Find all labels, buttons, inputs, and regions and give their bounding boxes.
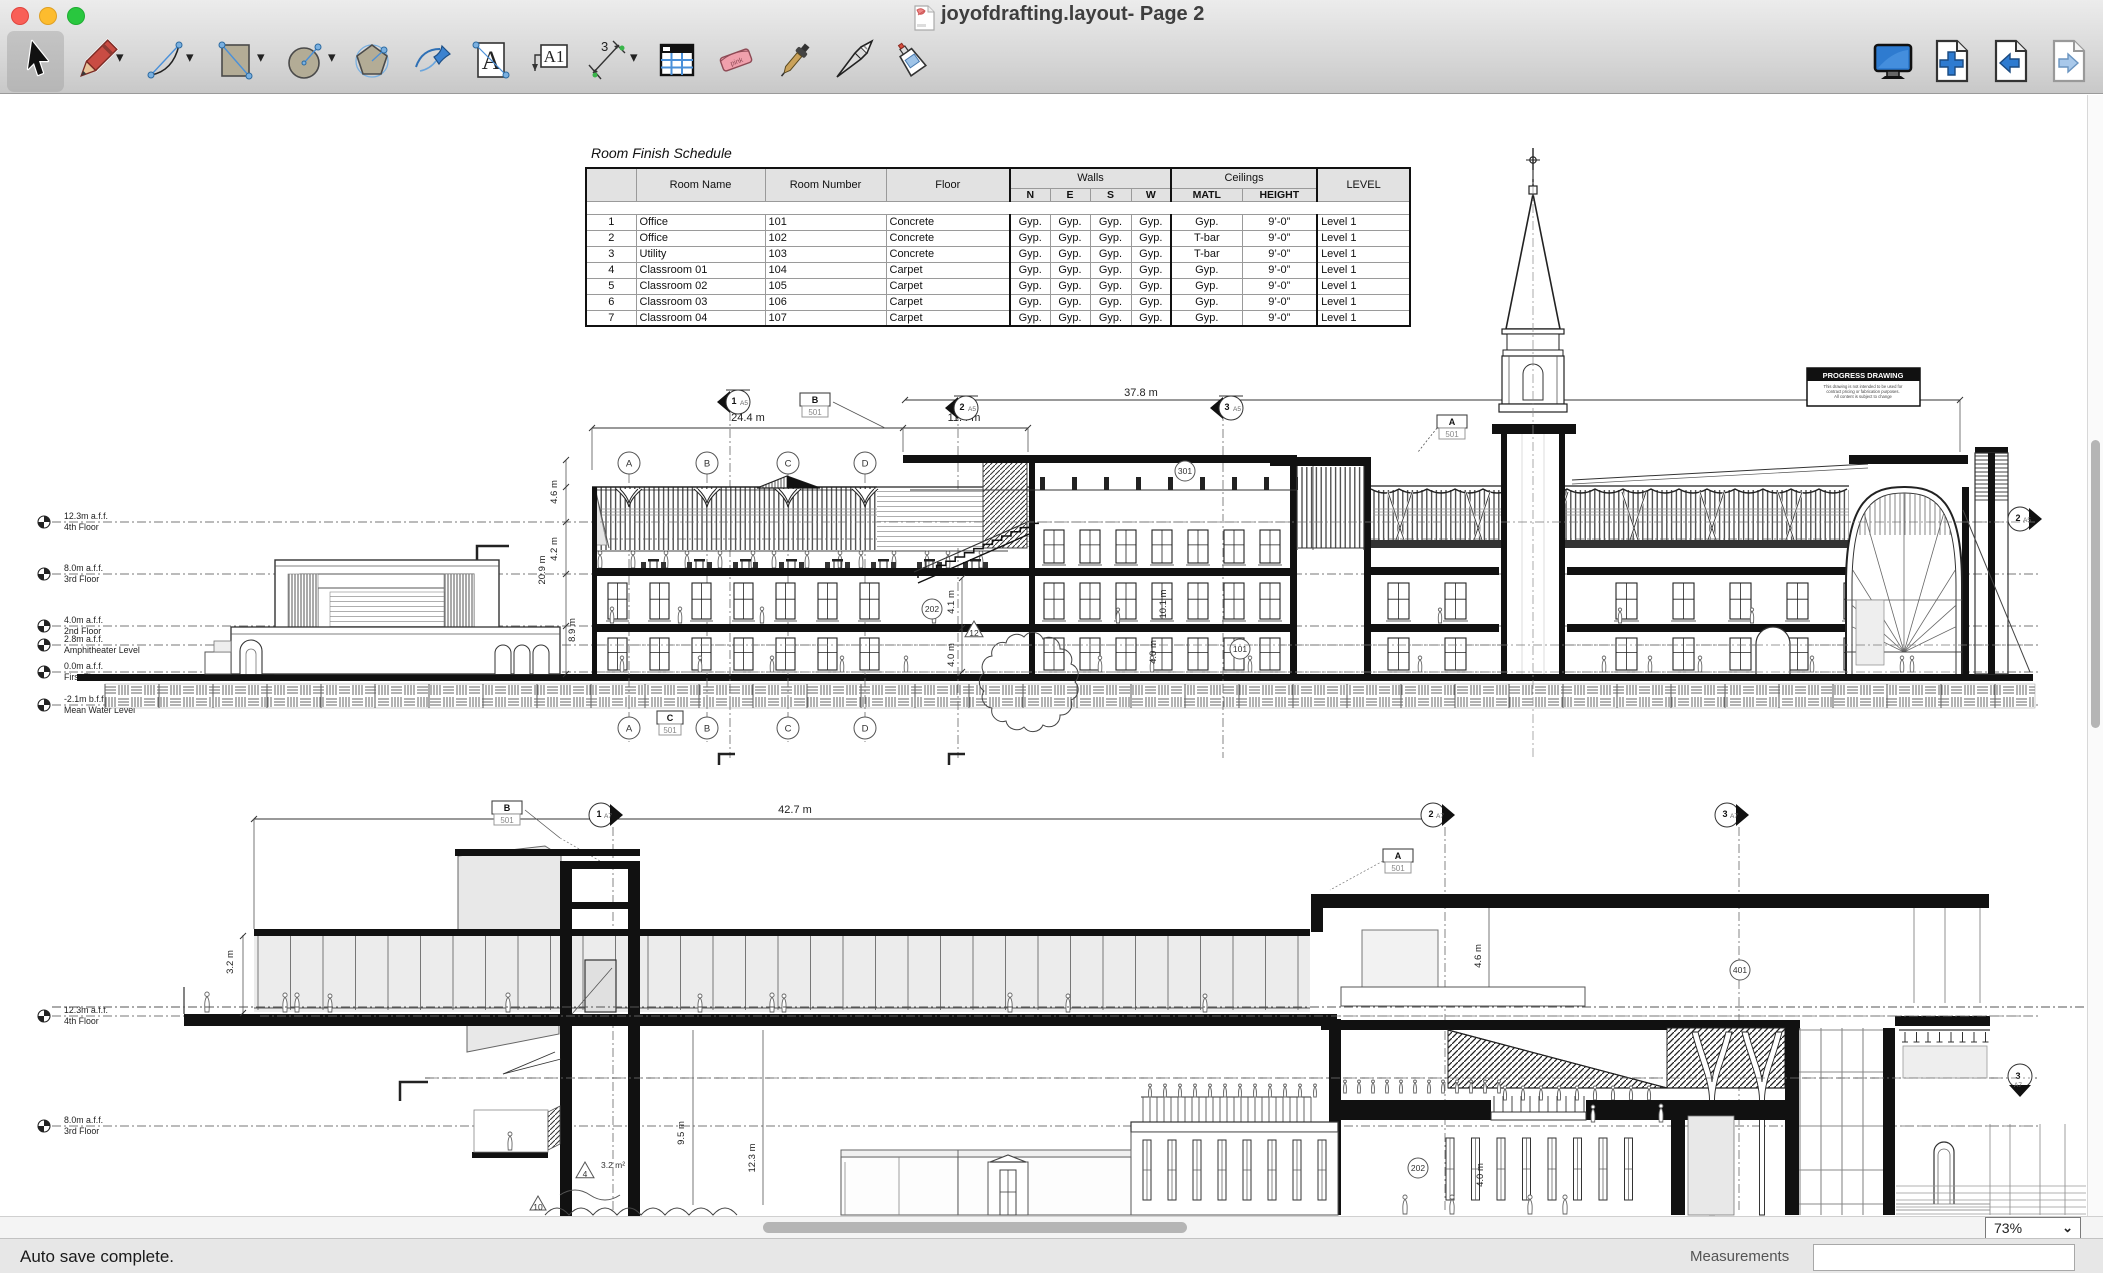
svg-text:3rd Floor: 3rd Floor xyxy=(64,1126,99,1136)
svg-text:-2.1m b.f.f.: -2.1m b.f.f. xyxy=(64,694,106,704)
svg-text:202: 202 xyxy=(925,604,939,614)
svg-text:37.8 m: 37.8 m xyxy=(1124,387,1158,399)
svg-text:12.3 m: 12.3 m xyxy=(747,1143,758,1172)
svg-text:501: 501 xyxy=(808,408,822,417)
svg-text:A5: A5 xyxy=(740,400,748,407)
svg-text:501: 501 xyxy=(500,816,514,825)
svg-text:2.8m a.f.f.: 2.8m a.f.f. xyxy=(64,634,103,644)
svg-text:42.7 m: 42.7 m xyxy=(778,804,812,816)
svg-text:12: 12 xyxy=(969,628,979,638)
svg-text:12.3m a.f.f.: 12.3m a.f.f. xyxy=(64,1005,108,1015)
svg-text:0.0m a.f.f.: 0.0m a.f.f. xyxy=(64,661,103,671)
svg-text:A5: A5 xyxy=(968,406,976,413)
svg-text:A7: A7 xyxy=(2014,1082,2022,1089)
svg-text:B: B xyxy=(812,395,819,405)
svg-text:4.0m a.f.f.: 4.0m a.f.f. xyxy=(64,615,103,625)
svg-text:4.6 m: 4.6 m xyxy=(1473,944,1484,968)
svg-text:3.2 m: 3.2 m xyxy=(225,950,236,974)
svg-text:3.2 m²: 3.2 m² xyxy=(601,1160,625,1170)
svg-text:A7: A7 xyxy=(1436,813,1444,820)
svg-text:PROGRESS DRAWING: PROGRESS DRAWING xyxy=(1823,371,1904,380)
svg-text:C: C xyxy=(785,458,792,469)
svg-text:B: B xyxy=(704,458,710,469)
svg-text:4: 4 xyxy=(583,1169,588,1179)
svg-text:12.3m a.f.f.: 12.3m a.f.f. xyxy=(64,511,108,521)
svg-text:8.0m a.f.f.: 8.0m a.f.f. xyxy=(64,563,103,573)
svg-text:3: 3 xyxy=(2015,1071,2020,1081)
svg-text:501: 501 xyxy=(663,726,677,735)
svg-text:9.5 m: 9.5 m xyxy=(676,1121,687,1145)
svg-text:4.0 m: 4.0 m xyxy=(946,643,957,667)
svg-text:20.9 m: 20.9 m xyxy=(537,555,548,584)
svg-text:4th Floor: 4th Floor xyxy=(64,1016,99,1026)
svg-text:4.0 m: 4.0 m xyxy=(1148,640,1159,664)
svg-text:Amphitheater Level: Amphitheater Level xyxy=(64,645,140,655)
svg-text:4.0 m: 4.0 m xyxy=(1475,1163,1486,1187)
svg-text:1: 1 xyxy=(731,396,736,406)
svg-text:A7: A7 xyxy=(1730,813,1738,820)
svg-text:4th Floor: 4th Floor xyxy=(64,522,99,532)
svg-text:A: A xyxy=(626,458,633,469)
svg-text:3: 3 xyxy=(1224,402,1229,412)
svg-text:1: 1 xyxy=(596,809,601,819)
svg-text:B: B xyxy=(504,803,511,813)
svg-text:4.1 m: 4.1 m xyxy=(946,590,957,614)
svg-text:A: A xyxy=(1449,417,1456,427)
svg-text:D: D xyxy=(862,723,869,734)
svg-text:C: C xyxy=(785,723,792,734)
svg-text:3: 3 xyxy=(1722,809,1727,819)
svg-text:4.6 m: 4.6 m xyxy=(549,480,560,504)
svg-text:D: D xyxy=(862,458,869,469)
svg-text:10: 10 xyxy=(533,1202,543,1212)
svg-text:2: 2 xyxy=(959,402,964,412)
svg-text:A5: A5 xyxy=(2023,517,2031,524)
svg-text:202: 202 xyxy=(1411,1163,1425,1173)
svg-text:101: 101 xyxy=(1233,644,1247,654)
svg-text:4.2 m: 4.2 m xyxy=(549,537,560,561)
svg-text:8.0m a.f.f.: 8.0m a.f.f. xyxy=(64,1115,103,1125)
svg-text:501: 501 xyxy=(1445,430,1459,439)
svg-text:401: 401 xyxy=(1733,965,1747,975)
svg-text:A7: A7 xyxy=(604,813,612,820)
svg-text:A5: A5 xyxy=(1233,406,1241,413)
svg-text:A: A xyxy=(626,723,633,734)
svg-text:A1: A1 xyxy=(544,47,565,66)
svg-text:8.9 m: 8.9 m xyxy=(567,618,578,642)
svg-text:A: A xyxy=(1395,851,1402,861)
svg-text:2: 2 xyxy=(1428,809,1433,819)
svg-text:All content is subject to chan: All content is subject to change xyxy=(1834,394,1892,399)
svg-text:B: B xyxy=(704,723,710,734)
svg-text:301: 301 xyxy=(1178,466,1192,476)
svg-text:2: 2 xyxy=(2015,513,2020,523)
svg-text:3rd Floor: 3rd Floor xyxy=(64,574,99,584)
svg-text:3: 3 xyxy=(601,39,608,54)
svg-text:C: C xyxy=(667,713,674,723)
svg-text:10.1 m: 10.1 m xyxy=(1158,589,1169,618)
svg-text:501: 501 xyxy=(1391,864,1405,873)
